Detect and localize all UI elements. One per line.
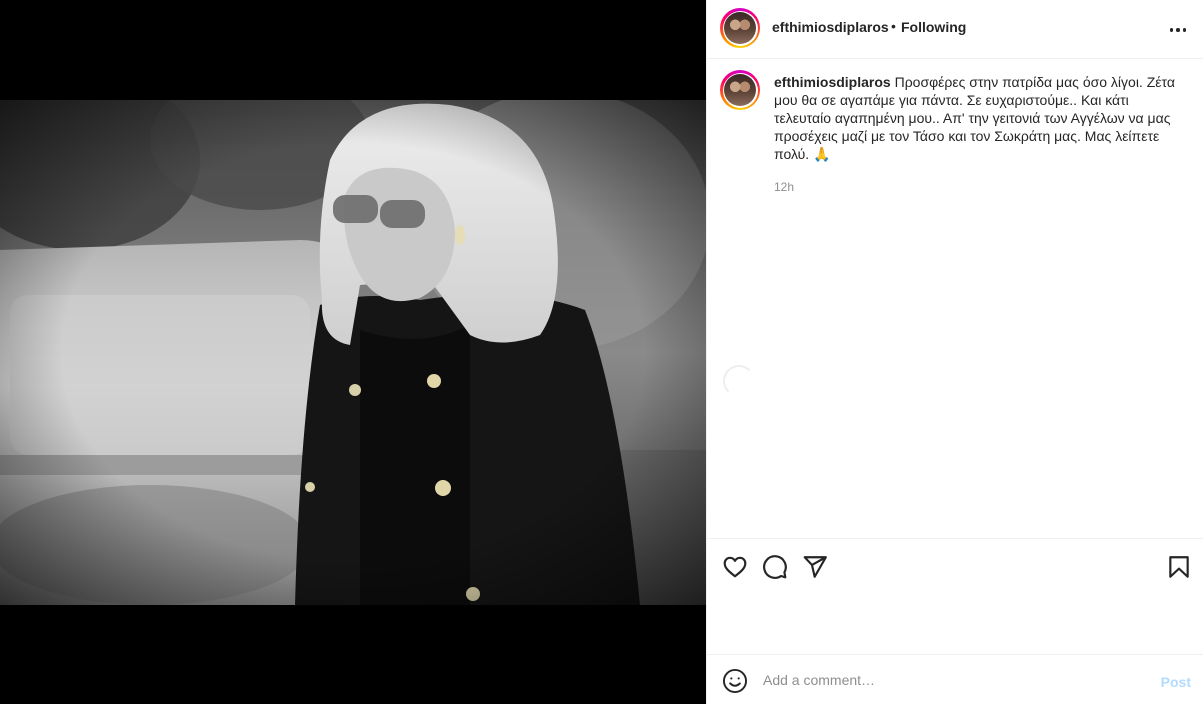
avatar-border	[722, 72, 758, 108]
post-media-pane	[0, 0, 706, 704]
post-actions-bar	[707, 538, 1203, 654]
post-header: efthimiosdiplaros • Following	[707, 0, 1203, 59]
more-dot	[1182, 28, 1187, 32]
post-timestamp[interactable]: 12h	[774, 180, 794, 194]
avatar-image	[724, 12, 756, 44]
paper-plane-icon[interactable]	[802, 554, 828, 580]
post-side-pane: efthimiosdiplaros • Following efthimiosd…	[706, 0, 1203, 704]
avatar[interactable]	[720, 8, 760, 48]
loading-spinner-icon	[723, 365, 755, 397]
instagram-post-dialog: efthimiosdiplaros • Following efthimiosd…	[0, 0, 1203, 704]
header-separator-dot: •	[891, 18, 896, 34]
more-dot	[1169, 28, 1174, 32]
more-dot	[1176, 28, 1180, 32]
heart-icon[interactable]	[722, 554, 748, 580]
header-username-link[interactable]: efthimiosdiplaros	[772, 19, 889, 35]
smiley-icon[interactable]	[722, 668, 748, 694]
photo-image	[0, 100, 706, 605]
comments-area: efthimiosdiplaros Προσφέρες στην πατρίδα…	[707, 60, 1203, 538]
caption-username-link[interactable]: efthimiosdiplaros	[774, 74, 891, 90]
post-photo[interactable]	[0, 100, 706, 605]
post-comment-button[interactable]: Post	[1161, 674, 1191, 690]
more-options-icon[interactable]	[1166, 18, 1190, 42]
comment-composer: Post	[707, 654, 1203, 704]
bookmark-icon[interactable]	[1166, 554, 1192, 580]
comment-input[interactable]	[763, 669, 1143, 691]
avatar-image	[724, 74, 756, 106]
post-caption: efthimiosdiplaros Προσφέρες στην πατρίδα…	[774, 73, 1178, 163]
avatar-border	[722, 10, 758, 46]
following-button[interactable]: Following	[901, 19, 966, 35]
caption-avatar[interactable]	[720, 70, 760, 110]
comment-bubble-icon[interactable]	[762, 554, 788, 580]
